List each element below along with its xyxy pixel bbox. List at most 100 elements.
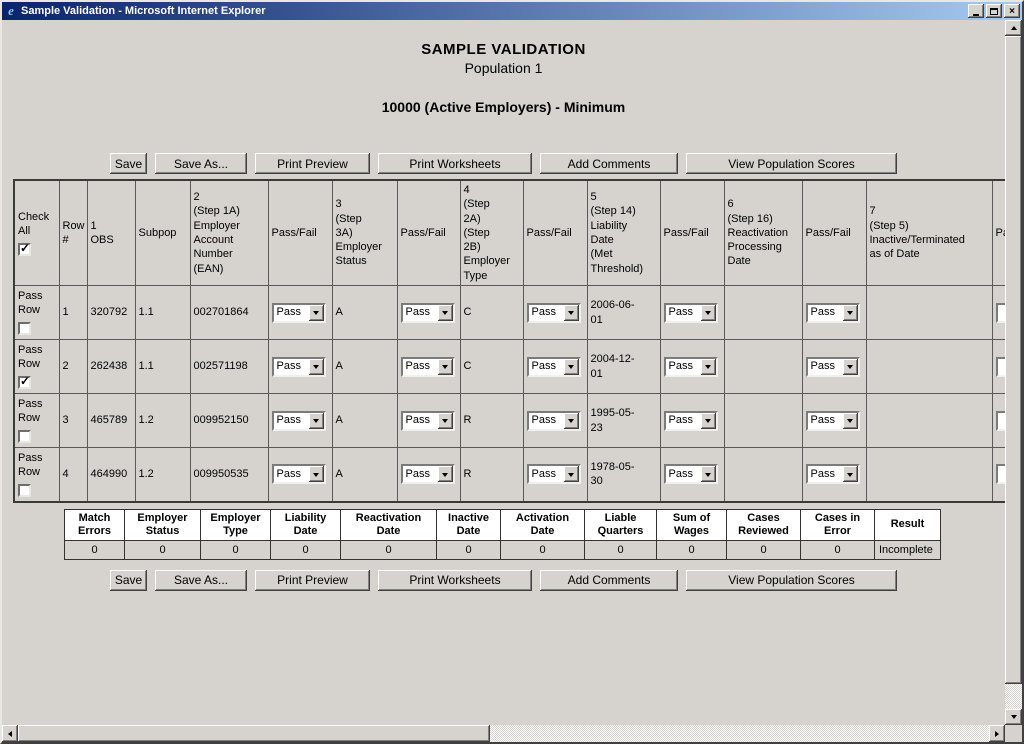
pass-fail-select[interactable]: Pass xyxy=(806,303,860,323)
pass-fail-select[interactable]: Pass xyxy=(806,411,860,431)
col-header-subpop: Subpop xyxy=(135,180,190,286)
row-number-cell: 3 xyxy=(59,394,87,448)
close-button[interactable]: × xyxy=(1004,4,1020,18)
pass-fail-select[interactable] xyxy=(996,303,1006,323)
pass-fail-select[interactable]: Pass xyxy=(527,411,581,431)
dropdown-arrow-icon[interactable] xyxy=(564,413,579,429)
dropdown-arrow-icon[interactable] xyxy=(564,305,579,321)
ean-cell: 009952150 xyxy=(190,394,268,448)
status-pass-fail-cell: Pass xyxy=(397,394,460,448)
scroll-right-button[interactable] xyxy=(989,725,1005,742)
dropdown-arrow-icon[interactable] xyxy=(438,466,453,482)
dropdown-arrow-icon[interactable] xyxy=(438,359,453,375)
print-preview-button[interactable]: Print Preview xyxy=(255,153,370,174)
dropdown-arrow-icon[interactable] xyxy=(843,359,858,375)
pass-fail-select[interactable]: Pass xyxy=(527,464,581,484)
col-header-pass-fail-4: Pass/Fail xyxy=(660,180,724,286)
selected-value: Pass xyxy=(808,413,843,427)
add-comments-button[interactable]: Add Comments xyxy=(540,153,678,174)
pass-fail-select[interactable]: Pass xyxy=(272,464,326,484)
dropdown-arrow-icon[interactable] xyxy=(438,413,453,429)
reactivation-pass-fail-cell: Pass xyxy=(802,340,866,394)
inactive-date-cell xyxy=(866,286,992,340)
toolbar-bottom: Save Save As... Print Preview Print Workshe… xyxy=(2,570,1005,591)
pass-row-checkbox[interactable] xyxy=(18,376,31,389)
header-row: Check All Row # 1 OBS Subpop 2 (Step 1A)… xyxy=(14,180,1005,286)
employer-type-cell: C xyxy=(460,340,523,394)
dropdown-arrow-icon[interactable] xyxy=(309,359,324,375)
pass-row-checkbox[interactable] xyxy=(18,430,31,443)
save-as-button[interactable]: Save As... xyxy=(155,570,247,591)
dropdown-arrow-icon[interactable] xyxy=(843,466,858,482)
pass-fail-select[interactable]: Pass xyxy=(806,464,860,484)
ean-cell: 002701864 xyxy=(190,286,268,340)
view-population-scores-button[interactable]: View Population Scores xyxy=(686,153,897,174)
pass-fail-select[interactable]: Pass xyxy=(401,357,455,377)
employer-status-cell: A xyxy=(332,448,397,502)
maximize-button[interactable] xyxy=(986,4,1002,18)
dropdown-arrow-icon[interactable] xyxy=(309,466,324,482)
scroll-left-button[interactable] xyxy=(2,725,18,742)
employer-status-cell: A xyxy=(332,394,397,448)
pass-fail-select[interactable]: Pass xyxy=(401,464,455,484)
check-all-checkbox[interactable] xyxy=(18,243,31,256)
row-number-cell: 4 xyxy=(59,448,87,502)
dropdown-arrow-icon[interactable] xyxy=(843,305,858,321)
obs-cell: 262438 xyxy=(87,340,135,394)
dropdown-arrow-icon[interactable] xyxy=(564,466,579,482)
pass-fail-select[interactable]: Pass xyxy=(806,357,860,377)
ean-pass-fail-cell: Pass xyxy=(268,394,332,448)
selected-value: Pass xyxy=(808,467,843,481)
pass-fail-select[interactable] xyxy=(996,464,1006,484)
pass-fail-select[interactable]: Pass xyxy=(272,357,326,377)
print-worksheets-button[interactable]: Print Worksheets xyxy=(378,570,532,591)
save-button[interactable]: Save xyxy=(110,153,147,174)
col-header-employer-status: 3 (Step 3A) Employer Status xyxy=(332,180,397,286)
pass-row-label: Pass Row xyxy=(18,343,56,372)
view-population-scores-button[interactable]: View Population Scores xyxy=(686,570,897,591)
pass-fail-select[interactable] xyxy=(996,411,1006,431)
pass-fail-select[interactable]: Pass xyxy=(664,303,718,323)
pass-fail-select[interactable] xyxy=(996,357,1006,377)
save-button[interactable]: Save xyxy=(110,570,147,591)
pass-fail-select[interactable]: Pass xyxy=(272,411,326,431)
pass-fail-select[interactable]: Pass xyxy=(664,411,718,431)
horizontal-scrollbar[interactable] xyxy=(2,725,1005,742)
summary-value: 0 xyxy=(585,540,657,559)
print-worksheets-button[interactable]: Print Worksheets xyxy=(378,153,532,174)
scroll-down-button[interactable] xyxy=(1005,709,1022,725)
pass-fail-select[interactable]: Pass xyxy=(401,303,455,323)
dropdown-arrow-icon[interactable] xyxy=(701,413,716,429)
minimize-button[interactable] xyxy=(968,4,984,18)
pass-fail-select[interactable]: Pass xyxy=(401,411,455,431)
dropdown-arrow-icon[interactable] xyxy=(438,305,453,321)
pass-fail-select[interactable]: Pass xyxy=(664,357,718,377)
dropdown-arrow-icon[interactable] xyxy=(309,413,324,429)
scroll-up-button[interactable] xyxy=(1005,20,1022,36)
ean-pass-fail-cell: Pass xyxy=(268,340,332,394)
summary-header-result: Result xyxy=(875,509,941,540)
dropdown-arrow-icon[interactable] xyxy=(309,305,324,321)
subpop-cell: 1.1 xyxy=(135,286,190,340)
dropdown-arrow-icon[interactable] xyxy=(701,359,716,375)
title-bar[interactable]: e Sample Validation - Microsoft Internet… xyxy=(2,2,1022,20)
add-comments-button[interactable]: Add Comments xyxy=(540,570,678,591)
save-as-button[interactable]: Save As... xyxy=(155,153,247,174)
dropdown-arrow-icon[interactable] xyxy=(701,466,716,482)
pass-fail-select[interactable]: Pass xyxy=(527,303,581,323)
vertical-scrollbar[interactable] xyxy=(1005,20,1022,725)
pass-row-checkbox[interactable] xyxy=(18,322,31,335)
pass-fail-select[interactable]: Pass xyxy=(664,464,718,484)
print-preview-button[interactable]: Print Preview xyxy=(255,570,370,591)
subpop-cell: 1.2 xyxy=(135,394,190,448)
vertical-scroll-thumb[interactable] xyxy=(1005,36,1022,684)
pass-fail-select[interactable]: Pass xyxy=(272,303,326,323)
selected-value: Pass xyxy=(274,305,309,319)
horizontal-scroll-thumb[interactable] xyxy=(18,725,490,742)
liability-pass-fail-cell: Pass xyxy=(660,340,724,394)
dropdown-arrow-icon[interactable] xyxy=(701,305,716,321)
dropdown-arrow-icon[interactable] xyxy=(564,359,579,375)
pass-fail-select[interactable]: Pass xyxy=(527,357,581,377)
pass-row-checkbox[interactable] xyxy=(18,484,31,497)
dropdown-arrow-icon[interactable] xyxy=(843,413,858,429)
